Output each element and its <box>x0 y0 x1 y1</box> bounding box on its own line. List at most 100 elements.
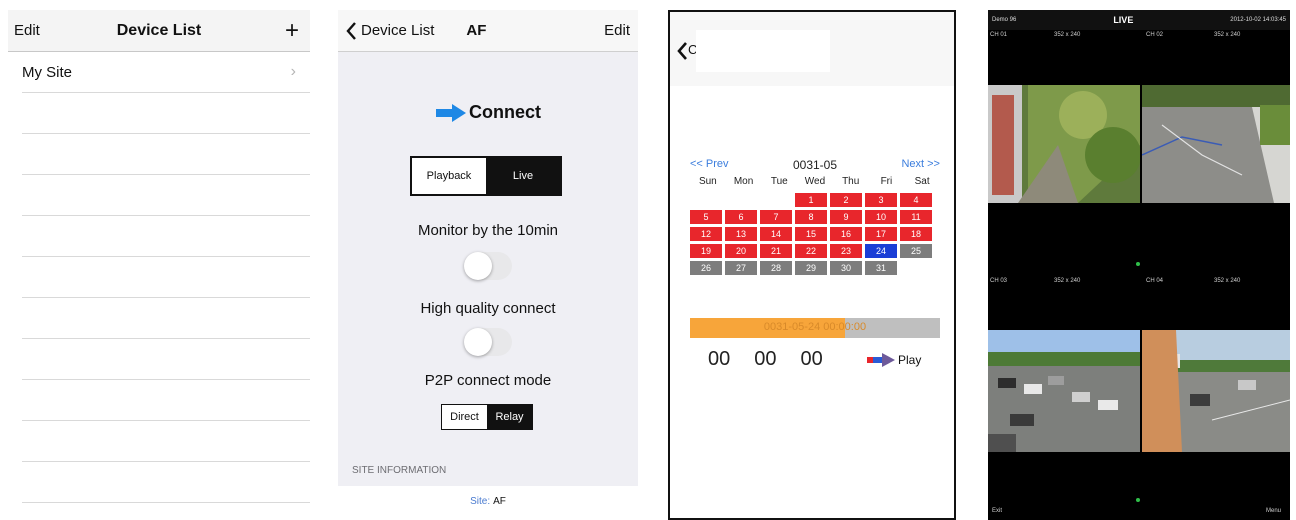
site-info-row: Site: AF <box>338 486 638 520</box>
weekday-header: Sun Mon Tue Wed Thu Fri Sat <box>690 176 940 187</box>
calendar-day[interactable]: 9 <box>830 210 862 224</box>
exit-button[interactable]: Exit <box>992 508 1002 514</box>
camera-feed-ch01[interactable] <box>988 85 1140 203</box>
back-button[interactable]: Device List <box>346 21 434 40</box>
list-item <box>22 216 310 257</box>
calendar-day[interactable]: 6 <box>725 210 757 224</box>
channel-name: CH 04 <box>1146 278 1164 284</box>
calendar-day[interactable]: 8 <box>795 210 827 224</box>
calendar-day[interactable]: 25 <box>900 244 932 258</box>
camera-feed-ch02[interactable] <box>1142 85 1290 203</box>
timeline-label: 0031-05-24 00:00:00 <box>763 321 867 333</box>
calendar-day[interactable]: 1 <box>795 193 827 207</box>
monitor-toggle[interactable] <box>464 252 512 280</box>
calendar-day[interactable]: 27 <box>725 261 757 275</box>
play-button[interactable]: Play <box>866 352 921 368</box>
segment-live[interactable]: Live <box>486 158 560 194</box>
calendar-day[interactable]: 23 <box>830 244 862 258</box>
calendar-day[interactable]: 3 <box>865 193 897 207</box>
camera-feed-ch03[interactable] <box>988 330 1140 452</box>
calendar-day[interactable]: 20 <box>725 244 757 258</box>
list-item <box>22 257 310 298</box>
calendar-day[interactable]: 21 <box>760 244 792 258</box>
edit-button[interactable]: Edit <box>604 22 630 39</box>
datetime: 2012-10-02 14:03:45 <box>1230 17 1286 23</box>
calendar-day[interactable]: 26 <box>690 261 722 275</box>
prev-month-link[interactable]: << Prev <box>690 158 729 172</box>
calendar-day[interactable]: 13 <box>725 227 757 241</box>
weekday-label: Tue <box>770 176 788 187</box>
calendar-day[interactable]: 4 <box>900 193 932 207</box>
calendar-day[interactable]: 7 <box>760 210 792 224</box>
list-item <box>22 421 310 462</box>
chevron-right-icon: › <box>290 63 296 80</box>
calendar-day[interactable]: 11 <box>900 210 932 224</box>
calendar-day[interactable]: 2 <box>830 193 862 207</box>
minute-picker[interactable]: 00 <box>754 348 776 371</box>
segment-playback[interactable]: Playback <box>412 158 486 194</box>
calendar-day[interactable]: 5 <box>690 210 722 224</box>
add-device-button[interactable]: + <box>280 17 304 45</box>
device-list: My Site › <box>8 52 310 503</box>
section-header: SITE INFORMATION <box>352 464 447 476</box>
list-item[interactable]: My Site › <box>22 52 310 93</box>
chevron-left-icon[interactable] <box>676 42 688 60</box>
calendar-day[interactable]: 18 <box>900 227 932 241</box>
calendar-grid: 1 2 3 4 5 6 7 8 9 10 11 12 13 14 15 16 17 18 19 20 21 22 23 24 2… <box>690 193 936 275</box>
camera-feed-ch04[interactable] <box>1142 330 1290 452</box>
hq-connect-label: High quality connect <box>420 300 556 317</box>
hour-picker[interactable]: 00 <box>708 348 730 371</box>
calendar-header: << Prev 0031-05 Next >> <box>690 158 940 172</box>
channel-name: CH 03 <box>990 278 1008 284</box>
weekday-label: Sat <box>914 176 930 187</box>
toggle-knob <box>464 252 492 280</box>
redacted-title <box>696 30 830 72</box>
connect-button[interactable]: Connect <box>338 102 638 123</box>
second-picker[interactable]: 00 <box>801 348 823 371</box>
site-key: Site: <box>470 496 491 507</box>
channel-name: CH 02 <box>1146 32 1164 38</box>
monitor-label: Monitor by the 10min <box>417 222 559 239</box>
status-bar: Demo 96 LIVE 2012-10-02 14:03:45 <box>988 10 1290 30</box>
list-item <box>22 134 310 175</box>
calendar-day[interactable]: 31 <box>865 261 897 275</box>
calendar-day[interactable]: 28 <box>760 261 792 275</box>
p2p-mode-label: P2P connect mode <box>424 372 552 389</box>
calendar-empty <box>690 193 722 207</box>
weekday-label: Thu <box>842 176 860 187</box>
list-item-label: My Site <box>22 63 73 81</box>
nav-bar: C <box>670 12 954 86</box>
nav-title: Device List <box>116 21 202 39</box>
time-picker: 00 00 00 <box>708 348 823 371</box>
calendar-day[interactable]: 22 <box>795 244 827 258</box>
list-item <box>22 175 310 216</box>
nav-bar: Device List AF Edit <box>338 10 638 52</box>
calendar-day[interactable]: 24 <box>865 244 897 258</box>
channel-resolution: 352 x 240 <box>1214 32 1241 38</box>
calendar-day[interactable]: 17 <box>865 227 897 241</box>
calendar-day[interactable]: 30 <box>830 261 862 275</box>
menu-button[interactable]: Menu <box>1266 508 1281 514</box>
nav-title: AF <box>466 22 487 39</box>
calendar-day[interactable]: 29 <box>795 261 827 275</box>
next-month-link[interactable]: Next >> <box>901 158 940 172</box>
calendar-day[interactable]: 19 <box>690 244 722 258</box>
segment-direct[interactable]: Direct <box>442 405 487 429</box>
live-view-screen: Demo 96 LIVE 2012-10-02 14:03:45 CH 01 3… <box>988 10 1290 520</box>
calendar-empty <box>725 193 757 207</box>
arrow-right-icon <box>436 103 466 122</box>
calendar-day[interactable]: 16 <box>830 227 862 241</box>
calendar-day[interactable]: 14 <box>760 227 792 241</box>
edit-button[interactable]: Edit <box>14 22 40 39</box>
timeline-bar[interactable]: 0031-05-24 00:00:00 <box>690 318 940 338</box>
calendar-day[interactable]: 10 <box>865 210 897 224</box>
channel-name: CH 01 <box>990 32 1008 38</box>
calendar-day[interactable]: 12 <box>690 227 722 241</box>
hq-connect-toggle[interactable] <box>464 328 512 356</box>
weekday-label: Mon <box>733 176 754 187</box>
channel-resolution: 352 x 240 <box>1054 32 1081 38</box>
calendar-day[interactable]: 15 <box>795 227 827 241</box>
segment-relay[interactable]: Relay <box>487 405 532 429</box>
mode-segmented-control: Playback Live <box>410 156 562 196</box>
weekday-label: Fri <box>880 176 893 187</box>
